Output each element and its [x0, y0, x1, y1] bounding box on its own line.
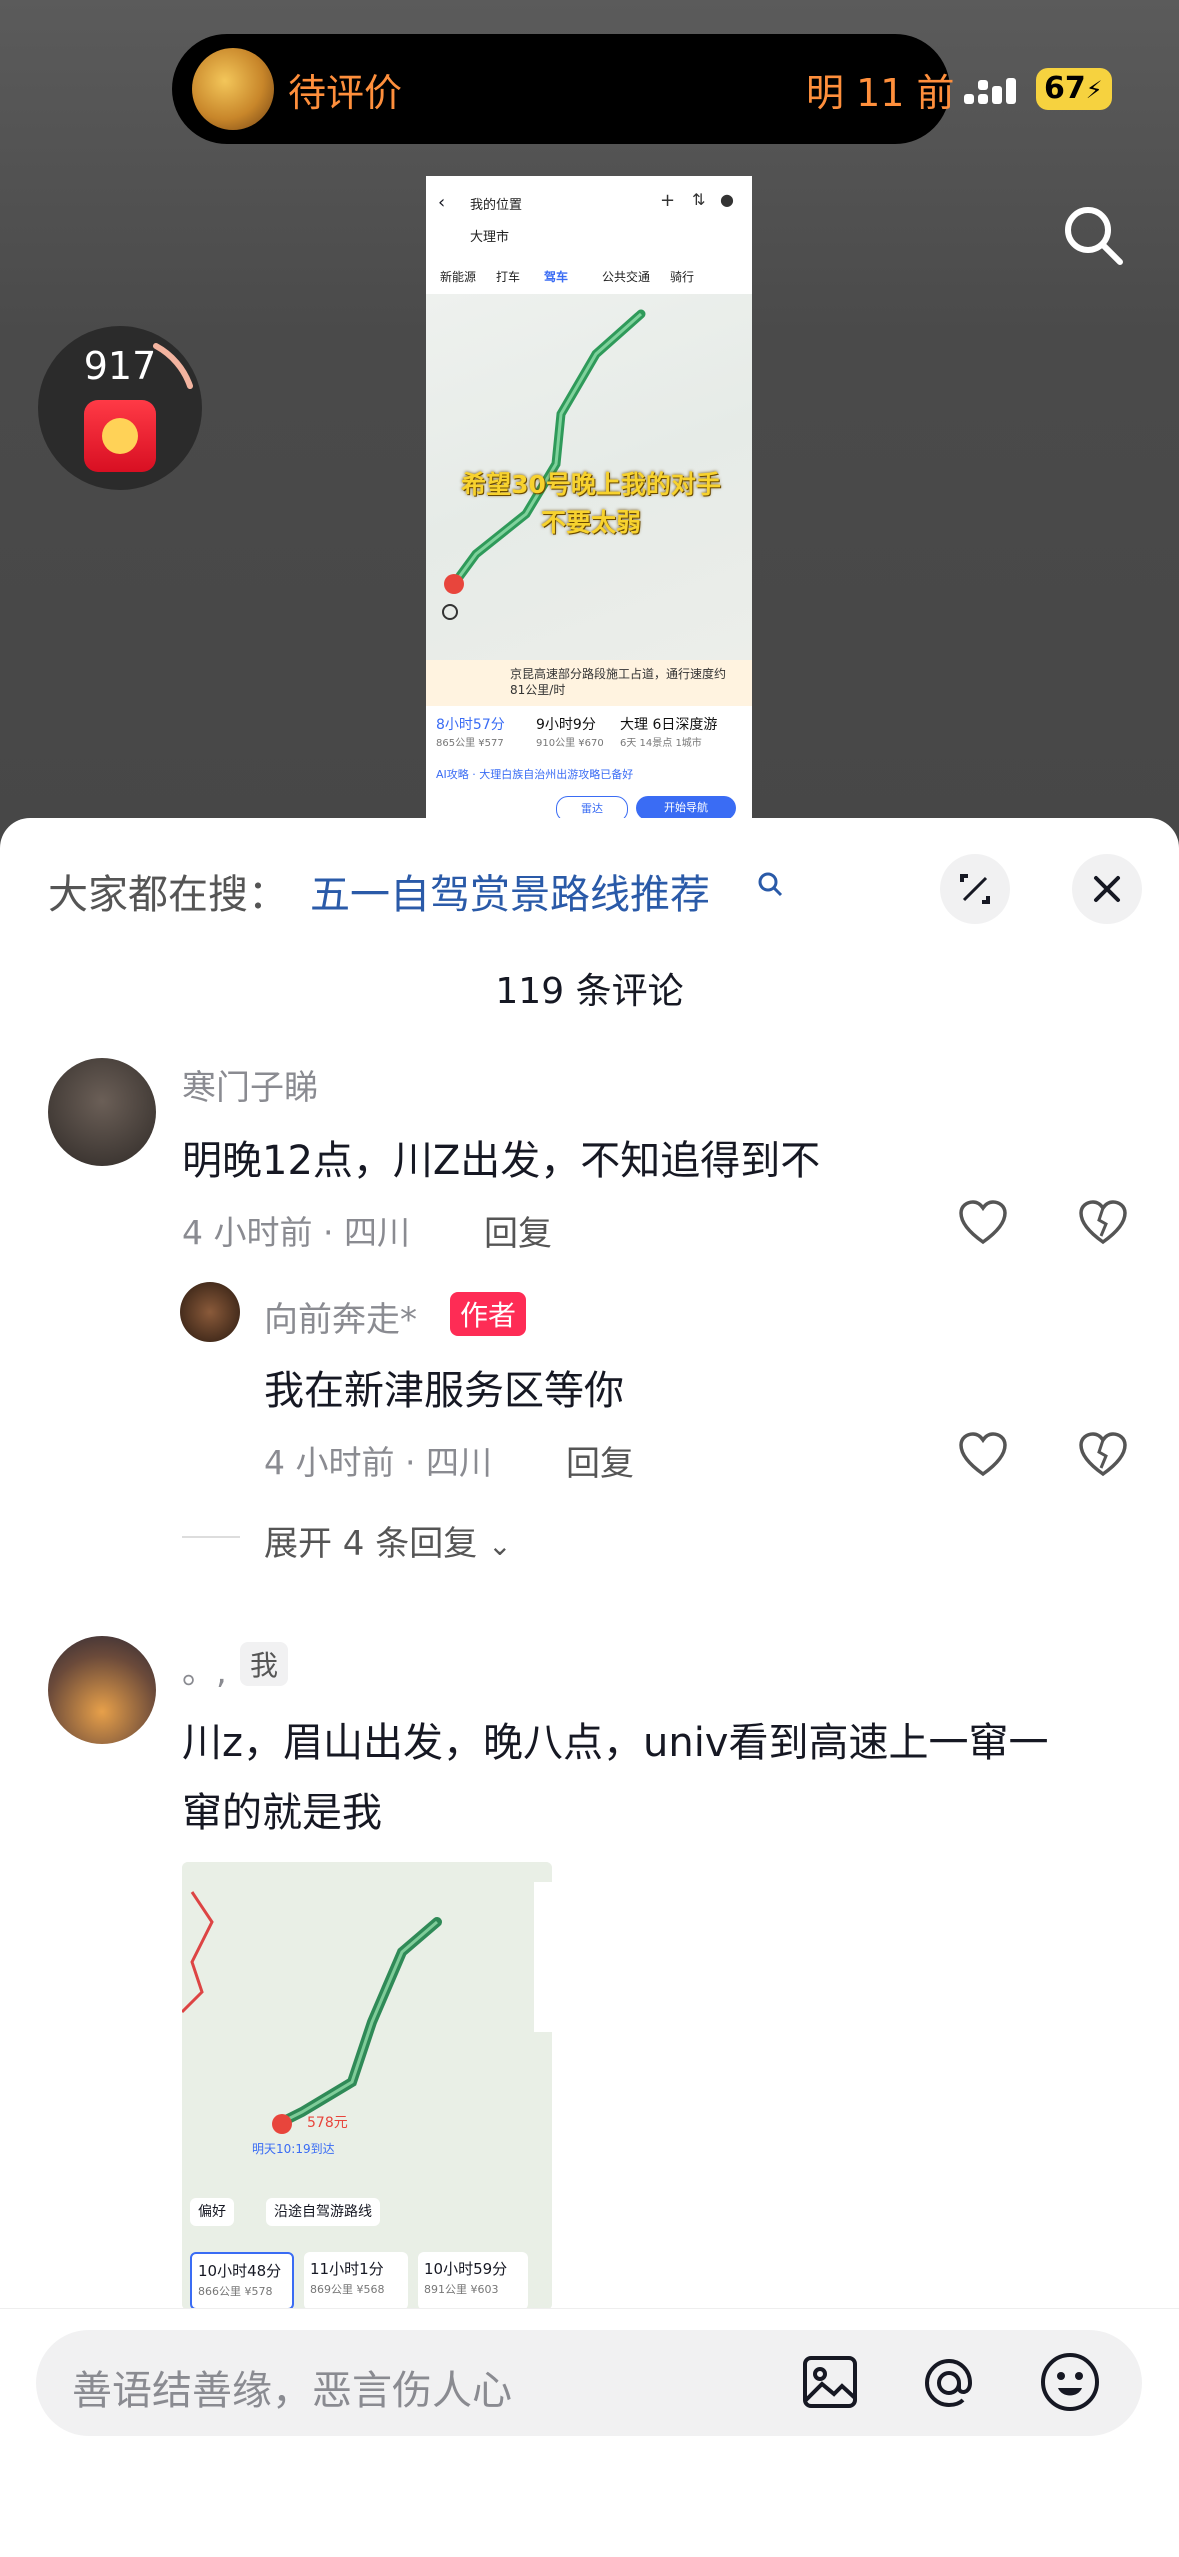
comment-image-route: 10小时48分 866公里 ¥578 [190, 2252, 294, 2310]
pending-review-thumbnail [192, 48, 274, 130]
like-icon[interactable] [958, 1200, 1008, 1246]
comment-image-chip: 沿途自驾游路线 [266, 2198, 380, 2226]
like-icon[interactable] [958, 1432, 1008, 1478]
back-icon: ‹ [438, 192, 446, 213]
signal-icon [964, 78, 1016, 104]
avatar[interactable] [48, 1058, 156, 1166]
comment-image-chip: 偏好 [190, 2198, 234, 2226]
emoji-icon[interactable] [1038, 2350, 1102, 2414]
dislike-icon[interactable] [1078, 1432, 1128, 1478]
origin-field: 我的位置 [470, 198, 523, 213]
expand-replies-button[interactable]: 展开 4 条回复 ⌄ [264, 1516, 512, 1565]
hot-search-link[interactable]: 五一自驾赏景路线推荐 [310, 862, 710, 920]
caption-line-1: 希望30号晚上我的对手 [461, 470, 721, 499]
author-badge: 作者 [450, 1292, 527, 1336]
close-button[interactable] [1072, 854, 1142, 924]
search-icon[interactable] [1058, 200, 1128, 270]
battery-indicator: 67⚡ [1036, 68, 1112, 110]
comment-meta: 4 小时前 · 四川 [182, 1213, 410, 1252]
expand-icon [960, 874, 990, 904]
pending-review-label: 待评价 [288, 71, 403, 115]
route-option-1: 8小时57分 865公里 ¥577 [436, 717, 505, 749]
comment-text[interactable]: 明晚12点，川Z出发，不知追得到不 [182, 1128, 820, 1186]
battery-level: 67 [1044, 71, 1086, 106]
charging-icon: ⚡ [1085, 76, 1103, 104]
route-header: ‹ 我的位置 大理市 + ⇅ ● 新能源 打车 驾车 公共交通 骑行 [426, 176, 752, 294]
road-notice: 京昆高速部分路段施工占道，通行速度约81公里/时 [426, 660, 752, 706]
comment-count: 119 条评论 [495, 971, 684, 1012]
mode-tab-new-energy: 新能源 [440, 270, 477, 284]
avatar[interactable] [180, 1282, 240, 1342]
comment-author[interactable]: 寒门子睇 [182, 1060, 318, 1109]
comment-image-route: 11小时1分 869公里 ¥568 [304, 2252, 408, 2310]
route-option-2: 9小时9分 910公里 ¥670 [536, 717, 604, 749]
comment-sheet [0, 818, 1179, 2556]
mention-icon[interactable] [918, 2352, 980, 2414]
comment-image-price: 578元 [307, 2115, 348, 2131]
ai-guide: AI攻略 · 大理白族自治州出游攻略已备好 [436, 768, 634, 781]
image-icon[interactable] [800, 2352, 860, 2412]
video-caption: 希望30号晚上我的对手 不要太弱 [446, 466, 736, 542]
close-icon [1094, 876, 1120, 902]
comment-image-route: 10小时59分 891公里 ¥603 [418, 2252, 528, 2310]
me-badge: 我 [240, 1642, 289, 1686]
red-packet-count: 917 [83, 344, 157, 388]
red-packet-coin-icon [102, 418, 138, 454]
road-notice-text: 京昆高速部分路段施工占道，通行速度约81公里/时 [510, 667, 727, 697]
reply-button[interactable]: 回复 [484, 1206, 552, 1255]
expand-button[interactable] [940, 854, 1010, 924]
expand-divider [182, 1536, 240, 1538]
reply-meta: 4 小时前 · 四川 [264, 1443, 492, 1482]
status-right-text: 明 11 前 [806, 71, 955, 115]
reply-text[interactable]: 我在新津服务区等你 [264, 1358, 624, 1416]
caption-line-2: 不要太弱 [540, 508, 641, 537]
comment-image-arrive: 明天10:19到达 [252, 2142, 335, 2156]
comment-image-map [182, 1862, 552, 2310]
add-icon: + [660, 190, 676, 211]
hot-search-icon [758, 872, 783, 897]
mode-tab-taxi: 打车 [496, 270, 521, 284]
expand-replies-label: 展开 4 条回复 [264, 1524, 478, 1564]
mode-tab-bike: 骑行 [670, 270, 695, 284]
mode-tab-drive: 驾车 [544, 270, 569, 284]
comment-image[interactable]: 578元 明天10:19到达 偏好 沿途自驾游路线 10小时48分 866公里 ¥… [182, 1862, 552, 2310]
reply-author[interactable]: 向前奔走* [264, 1292, 417, 1341]
comment-input-placeholder: 善语结善缘，恶言伤人心 [72, 2368, 512, 2414]
start-nav-button: 开始导航 [636, 796, 736, 820]
video-frame[interactable]: ‹ 我的位置 大理市 + ⇅ ● 新能源 打车 驾车 公共交通 骑行 希望30号… [426, 176, 752, 826]
reply-button[interactable]: 回复 [566, 1436, 634, 1485]
mode-tab-transit: 公共交通 [602, 270, 651, 284]
hot-search-label: 大家都在搜： [48, 872, 288, 918]
comment-author[interactable]: 。, [182, 1644, 227, 1693]
dislike-icon[interactable] [1078, 1200, 1128, 1246]
route-option-3: 大理 6日深度游 6天 14景点 1城市 [620, 717, 718, 749]
comment-text-line-1[interactable]: 川z，眉山出发，晚八点，univ看到高速上一窜一 [182, 1710, 1048, 1768]
swap-icon: ⇅ [692, 190, 706, 209]
chevron-down-icon: ⌄ [488, 1529, 512, 1562]
destination-field: 大理市 [470, 230, 510, 245]
mic-icon: ● [720, 190, 734, 209]
avatar[interactable] [48, 1636, 156, 1744]
comment-text-line-2[interactable]: 窜的就是我 [182, 1780, 382, 1838]
